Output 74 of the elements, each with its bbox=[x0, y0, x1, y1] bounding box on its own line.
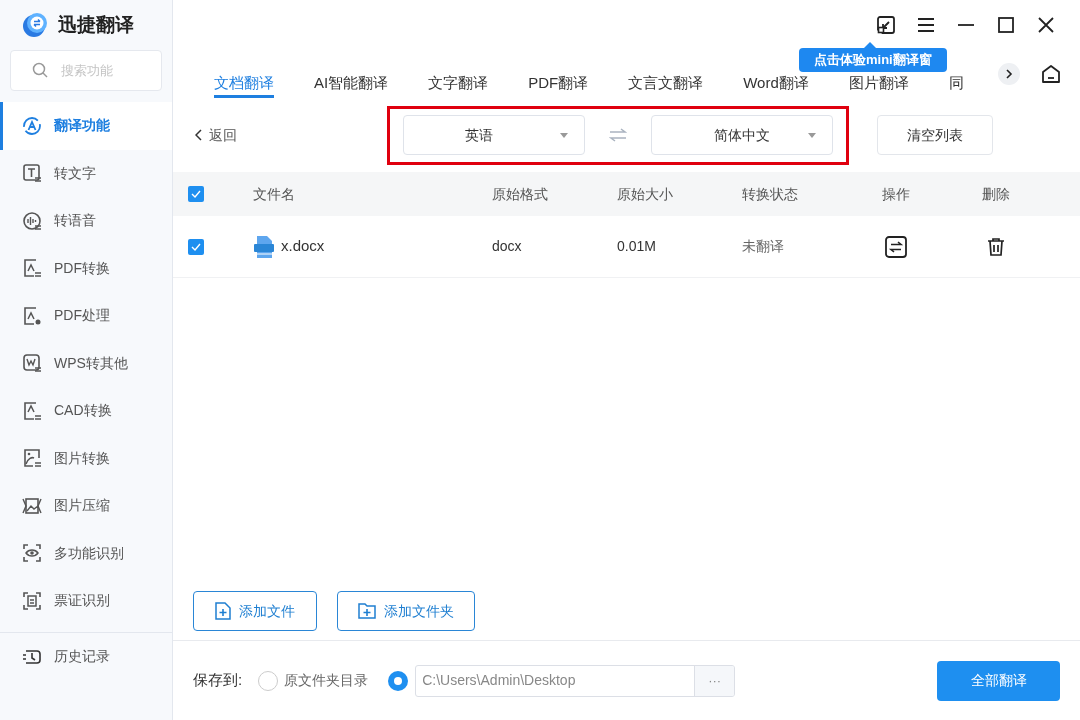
column-header: 原始大小 bbox=[617, 184, 674, 204]
home-icon[interactable] bbox=[1040, 63, 1062, 85]
target-language-dropdown[interactable]: 简体中文 bbox=[651, 115, 833, 155]
clear-list-button[interactable]: 清空列表 bbox=[877, 115, 993, 155]
tooltip: 点击体验mini翻译窗 bbox=[799, 48, 947, 72]
sidebar-item[interactable]: 翻译功能 bbox=[0, 102, 172, 150]
radio-button[interactable] bbox=[388, 670, 409, 691]
scroll-right-button[interactable] bbox=[998, 63, 1020, 85]
tooltip-pointer bbox=[864, 42, 876, 48]
caret-icon bbox=[808, 132, 816, 138]
file-format: docx bbox=[492, 237, 523, 256]
source-language-dropdown[interactable]: 英语 bbox=[403, 115, 585, 155]
checkmark-icon bbox=[191, 242, 201, 251]
add-folder-button[interactable]: 添加文件夹 bbox=[337, 591, 475, 631]
chevron-left-icon bbox=[195, 129, 203, 141]
document-icon bbox=[22, 353, 42, 374]
conversion-status: 未翻译 bbox=[742, 237, 785, 256]
pdf-icon bbox=[22, 258, 42, 279]
translate-icon bbox=[22, 115, 42, 136]
image-icon bbox=[22, 448, 42, 469]
save-to-label: 保存到: bbox=[193, 670, 243, 691]
sidebar-item[interactable]: WPS转其他 bbox=[0, 339, 172, 387]
sidebar-item[interactable]: 转文字 bbox=[0, 149, 172, 197]
mini-window-icon[interactable] bbox=[876, 15, 896, 35]
cad-icon bbox=[22, 400, 42, 421]
maximize-icon[interactable] bbox=[996, 15, 1016, 35]
caret-icon bbox=[560, 132, 568, 138]
sidebar-item[interactable]: PDF处理 bbox=[0, 292, 172, 340]
audio-icon bbox=[22, 210, 42, 231]
pdf-gear-icon bbox=[22, 305, 42, 326]
tab[interactable]: 文言文翻译 bbox=[628, 50, 704, 98]
eye-icon bbox=[22, 543, 42, 564]
back-link[interactable]: 返回 bbox=[209, 124, 237, 146]
column-header: 文件名 bbox=[253, 184, 296, 204]
checkmark-icon bbox=[191, 190, 201, 198]
sidebar-item[interactable]: 转语音 bbox=[0, 197, 172, 245]
image-compress-icon bbox=[22, 495, 42, 516]
trash-icon[interactable] bbox=[986, 236, 1006, 257]
column-header: 操作 bbox=[881, 184, 911, 204]
column-header: 删除 bbox=[981, 184, 1011, 204]
doc-file-icon bbox=[253, 234, 275, 259]
text-icon bbox=[22, 163, 42, 184]
app-title: 迅捷翻译 bbox=[58, 12, 134, 37]
sidebar-item[interactable]: CAD转换 bbox=[0, 387, 172, 435]
search-field[interactable]: 搜索功能 bbox=[10, 50, 162, 91]
menu-icon[interactable] bbox=[916, 15, 936, 35]
tab[interactable]: 同 bbox=[948, 50, 964, 98]
sidebar-item[interactable]: 图片压缩 bbox=[0, 482, 172, 530]
sidebar-item[interactable]: 历史记录 bbox=[54, 646, 110, 667]
sidebar-item[interactable]: 多功能识别 bbox=[0, 529, 172, 577]
checkbox[interactable] bbox=[188, 186, 204, 202]
column-header: 原始格式 bbox=[492, 184, 549, 204]
add-file-button[interactable]: 添加文件 bbox=[193, 591, 317, 631]
tab[interactable]: 文档翻译 bbox=[214, 50, 274, 98]
search-icon bbox=[32, 62, 48, 78]
add-file-icon bbox=[215, 602, 231, 620]
convert-icon[interactable] bbox=[885, 235, 907, 258]
radio-button[interactable] bbox=[258, 670, 279, 691]
file-name: x.docx bbox=[281, 236, 325, 257]
sidebar-item[interactable]: 图片转换 bbox=[0, 434, 172, 482]
chevron-right-icon bbox=[1005, 69, 1013, 79]
close-icon[interactable] bbox=[1036, 15, 1056, 35]
tab[interactable]: 文字翻译 bbox=[428, 50, 489, 98]
logo-icon bbox=[22, 11, 50, 39]
sidebar-item[interactable]: PDF转换 bbox=[0, 244, 172, 292]
tab[interactable]: AI智能翻译 bbox=[314, 50, 389, 98]
checkbox[interactable] bbox=[188, 238, 204, 255]
ticket-icon bbox=[22, 590, 42, 611]
tab[interactable]: PDF翻译 bbox=[528, 50, 589, 98]
radio-label: 原文件夹目录 bbox=[284, 671, 369, 690]
column-header: 转换状态 bbox=[742, 184, 799, 204]
sidebar-item[interactable]: 票证识别 bbox=[0, 577, 172, 625]
file-size: 0.01M bbox=[617, 237, 657, 256]
add-folder-icon bbox=[358, 603, 376, 619]
